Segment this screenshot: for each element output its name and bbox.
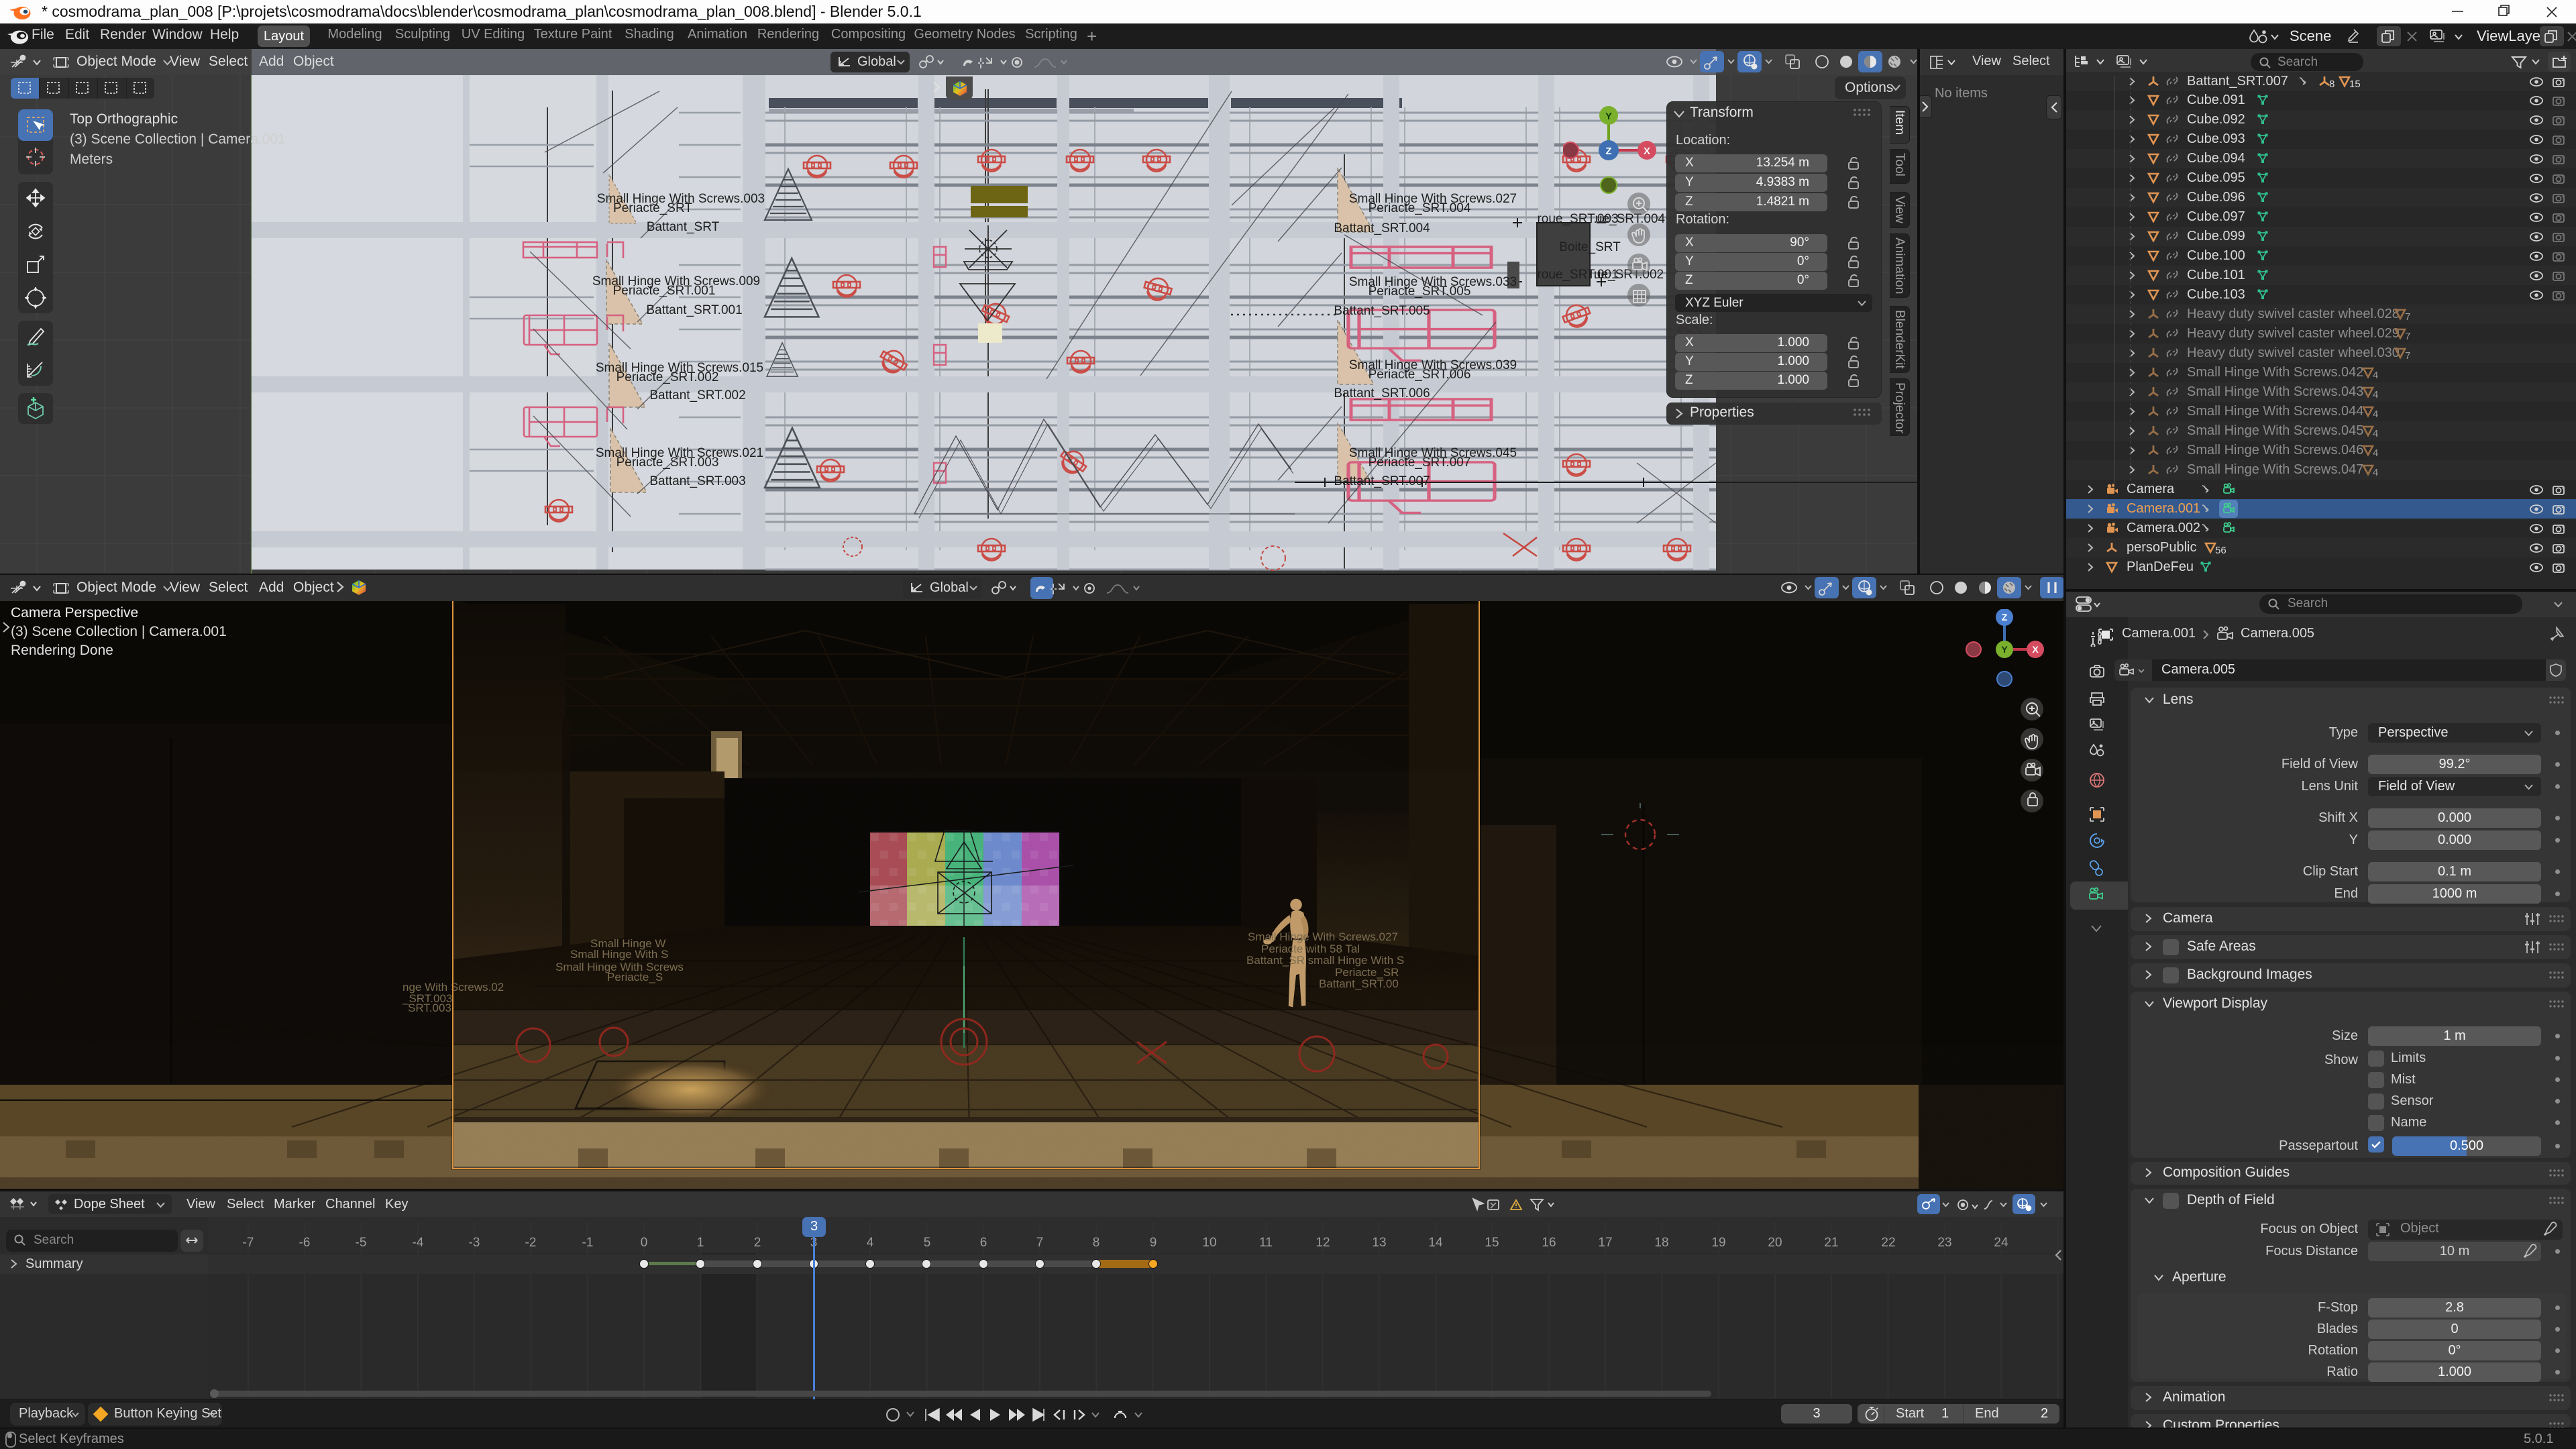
svg-text:Y: Y [1605,111,1612,122]
svg-text:X: X [1644,146,1650,157]
svg-text:Y: Y [2001,644,2008,655]
svg-text:X: X [2032,644,2039,655]
svg-text:Z: Z [2002,612,2008,623]
svg-text:Z: Z [1605,146,1611,157]
svg-text:SRT.003: SRT.003 [408,1002,451,1014]
